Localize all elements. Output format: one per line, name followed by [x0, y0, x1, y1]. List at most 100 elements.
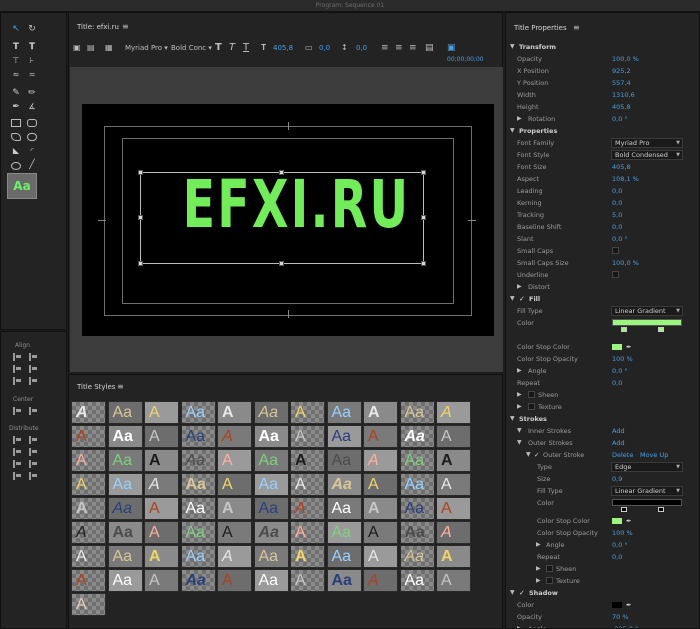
add-link[interactable]: Add: [612, 425, 625, 437]
clipped-rect-tool-icon[interactable]: [11, 133, 21, 141]
property-value[interactable]: 0,0: [612, 197, 622, 209]
expand-triangle-icon[interactable]: ▶: [517, 365, 522, 377]
expand-triangle-icon[interactable]: ▶: [536, 563, 541, 575]
gradient-stop-right[interactable]: [658, 507, 664, 512]
ellipse-tool-icon[interactable]: [11, 162, 21, 170]
new-title-icon[interactable]: ▣: [73, 41, 81, 55]
eyedropper-icon[interactable]: ✒: [626, 341, 631, 353]
style-swatch[interactable]: Aa: [253, 545, 289, 568]
expand-triangle-icon[interactable]: ▼: [510, 125, 515, 137]
align-center-text-icon[interactable]: ≡: [395, 41, 403, 55]
eyedropper-icon[interactable]: ✒: [626, 599, 631, 611]
property-value[interactable]: 0,0: [612, 221, 622, 233]
expand-triangle-icon[interactable]: ▼: [510, 587, 515, 599]
vertical-area-type-tool-icon[interactable]: ⊦: [25, 55, 39, 67]
color-swatch[interactable]: [612, 602, 622, 608]
expand-triangle-icon[interactable]: ▶: [536, 539, 541, 551]
style-swatch[interactable]: A: [290, 497, 325, 520]
style-swatch[interactable]: Aa: [107, 425, 143, 448]
style-swatch[interactable]: Aa: [253, 521, 289, 544]
style-swatch[interactable]: A: [144, 449, 179, 472]
style-swatch[interactable]: A: [436, 449, 471, 472]
style-swatch[interactable]: Aa: [399, 521, 435, 544]
gradient-stop-left[interactable]: [621, 507, 627, 512]
style-swatch[interactable]: A: [363, 425, 398, 448]
outer-stroke-checkbox[interactable]: ✓: [534, 449, 539, 461]
path-type-tool-icon[interactable]: ≈: [9, 69, 23, 81]
delete-anchor-tool-icon[interactable]: ✏: [25, 87, 39, 99]
font-size-value[interactable]: 405,8: [273, 41, 293, 55]
style-swatch[interactable]: Aa: [180, 473, 216, 496]
style-swatch[interactable]: A: [363, 569, 398, 592]
style-swatch[interactable]: Aa: [180, 497, 216, 520]
style-swatch[interactable]: A: [363, 401, 398, 424]
rotation-tool-icon[interactable]: ↻: [25, 23, 39, 35]
style-swatch[interactable]: A: [217, 545, 252, 568]
expand-triangle-icon[interactable]: ▼: [526, 449, 531, 461]
align-h-center-icon[interactable]: [13, 365, 23, 373]
center-v-icon[interactable]: [29, 407, 39, 415]
style-swatch[interactable]: Aa: [326, 497, 362, 520]
distribute-top-icon[interactable]: [29, 436, 39, 444]
align-left-text-icon[interactable]: ≡: [381, 41, 389, 55]
expand-triangle-icon[interactable]: ▶: [536, 575, 541, 587]
property-value[interactable]: 0,0: [612, 551, 622, 563]
style-swatch[interactable]: A: [290, 569, 325, 592]
style-swatch[interactable]: A: [71, 449, 106, 472]
style-swatch[interactable]: A: [144, 569, 179, 592]
style-swatch[interactable]: A: [217, 401, 252, 424]
style-swatch[interactable]: Aa: [326, 569, 362, 592]
property-value[interactable]: -225,0 °: [612, 623, 638, 628]
font-style-select[interactable]: Bold Conc ▾: [171, 41, 212, 55]
expand-triangle-icon[interactable]: ▼: [510, 413, 515, 425]
style-swatch[interactable]: A: [71, 545, 106, 568]
leading-value[interactable]: 0,0: [356, 41, 367, 55]
property-value[interactable]: 100 %: [612, 527, 633, 539]
distribute-bottom-icon[interactable]: [29, 460, 39, 468]
arc-tool-icon[interactable]: ◜: [25, 145, 39, 157]
templates-icon[interactable]: ▦: [105, 41, 113, 55]
style-swatch[interactable]: A: [71, 497, 106, 520]
color-swatch[interactable]: [612, 518, 622, 524]
property-dropdown[interactable]: Linear Gradient: [611, 486, 683, 496]
style-swatch[interactable]: A: [144, 497, 179, 520]
style-swatch[interactable]: Aa: [399, 497, 435, 520]
handle-bottom[interactable]: [279, 261, 284, 266]
property-value[interactable]: 1310,6: [612, 89, 635, 101]
handle-top-right[interactable]: [421, 170, 426, 175]
title-canvas[interactable]: EFXI.RU: [82, 104, 494, 336]
style-swatch[interactable]: A: [71, 425, 106, 448]
option-checkbox[interactable]: [546, 577, 553, 584]
style-swatch[interactable]: Aa: [326, 521, 362, 544]
style-swatch[interactable]: A: [144, 473, 179, 496]
style-swatch[interactable]: Aa: [107, 449, 143, 472]
style-swatch[interactable]: Aa: [253, 569, 289, 592]
convert-anchor-tool-icon[interactable]: ∡: [25, 101, 39, 113]
styles-menu-icon[interactable]: ≡: [117, 382, 124, 391]
selection-tool-icon[interactable]: ↖: [9, 23, 23, 35]
style-swatch[interactable]: Aa: [326, 545, 362, 568]
distribute-v-space-icon[interactable]: [29, 472, 39, 480]
style-swatch[interactable]: Aa: [180, 449, 216, 472]
style-swatch[interactable]: Aa: [399, 401, 435, 424]
style-swatch[interactable]: Aa: [107, 569, 143, 592]
expand-triangle-icon[interactable]: ▶: [517, 623, 522, 628]
style-swatch[interactable]: A: [144, 425, 179, 448]
align-v-center-icon[interactable]: [29, 353, 39, 361]
property-value[interactable]: 0,0: [612, 377, 622, 389]
style-swatch[interactable]: A: [217, 497, 252, 520]
text-bounding-box[interactable]: [140, 172, 424, 264]
roll-crawl-icon[interactable]: ▤: [87, 41, 95, 55]
property-value[interactable]: 0,0: [612, 185, 622, 197]
delete-link[interactable]: Delete: [612, 449, 633, 461]
style-swatch[interactable]: A: [290, 425, 325, 448]
property-dropdown[interactable]: Myriad Pro: [611, 138, 683, 148]
pen-tool-icon[interactable]: ✎: [9, 87, 23, 99]
distribute-middle-icon[interactable]: [29, 448, 39, 456]
style-swatch[interactable]: Aa: [180, 545, 216, 568]
property-value[interactable]: 0,0 °: [612, 365, 628, 377]
rounded-rect-tool-icon[interactable]: [27, 119, 37, 127]
property-value[interactable]: 70 %: [612, 611, 629, 623]
handle-left[interactable]: [138, 215, 143, 220]
gradient-stop-left[interactable]: [621, 327, 627, 332]
